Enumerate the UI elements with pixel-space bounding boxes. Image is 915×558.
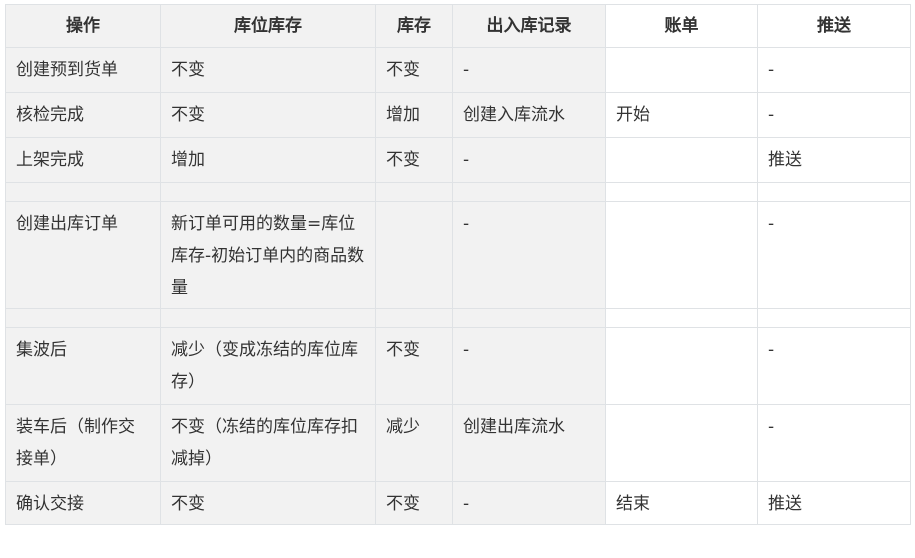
table-cell: - [452, 137, 606, 183]
table-cell [375, 201, 453, 309]
table-cell [160, 182, 376, 202]
table-cell [605, 137, 758, 183]
table-cell: - [757, 404, 911, 482]
table-cell: - [452, 47, 606, 93]
table-cell: 集波后 [5, 327, 161, 405]
table-cell: 不变 [160, 47, 376, 93]
table-row: 创建出库订单 新订单可用的数量=库位库存-初始订单内的商品数量 - - [5, 201, 911, 309]
header-stock: 库存 [375, 4, 453, 48]
table-row: 确认交接 不变 不变 - 结束 推送 [5, 481, 911, 525]
table-row: 装车后（制作交接单） 不变（冻结的库位库存扣减掉） 减少 创建出库流水 - [5, 404, 911, 482]
table-cell [375, 182, 453, 202]
table-cell [605, 182, 758, 202]
table-cell [5, 182, 161, 202]
table-cell: 不变 [160, 481, 376, 525]
table-cell: 创建预到货单 [5, 47, 161, 93]
table-cell: 创建出库流水 [452, 404, 606, 482]
table-cell: 推送 [757, 137, 911, 183]
table-cell [605, 327, 758, 405]
table-cell: 不变 [375, 327, 453, 405]
header-operation: 操作 [5, 4, 161, 48]
table-cell: 不变 [375, 137, 453, 183]
table-cell: 不变 [160, 92, 376, 138]
table-cell [605, 47, 758, 93]
table-cell: - [757, 92, 911, 138]
table-cell: 增加 [160, 137, 376, 183]
table-cell [605, 201, 758, 309]
table-cell: - [757, 327, 911, 405]
table-row: 集波后 减少（变成冻结的库位库存） 不变 - - [5, 327, 911, 405]
table-cell [452, 182, 606, 202]
table-row: 核检完成 不变 增加 创建入库流水 开始 - [5, 92, 911, 138]
table-cell: - [757, 47, 911, 93]
table-row: 上架完成 增加 不变 - 推送 [5, 137, 911, 183]
header-inout-records: 出入库记录 [452, 4, 606, 48]
table-cell: 结束 [605, 481, 758, 525]
table-cell: - [452, 481, 606, 525]
table-cell [757, 182, 911, 202]
inventory-operations-table: 操作 库位库存 库存 出入库记录 账单 推送 创建预到货单 不变 不变 - - … [5, 4, 911, 525]
table-cell: 上架完成 [5, 137, 161, 183]
header-location-stock: 库位库存 [160, 4, 376, 48]
table-cell: 不变（冻结的库位库存扣减掉） [160, 404, 376, 482]
table-cell: 减少（变成冻结的库位库存） [160, 327, 376, 405]
table-cell: 新订单可用的数量=库位库存-初始订单内的商品数量 [160, 201, 376, 309]
table-cell: - [452, 201, 606, 309]
table-cell [757, 308, 911, 328]
table-cell: 增加 [375, 92, 453, 138]
table-cell: 不变 [375, 481, 453, 525]
table-cell [375, 308, 453, 328]
table-cell [605, 308, 758, 328]
table-cell [5, 308, 161, 328]
table-cell [452, 308, 606, 328]
table-cell [605, 404, 758, 482]
table-cell: 减少 [375, 404, 453, 482]
table-cell: - [757, 201, 911, 309]
table-cell [160, 308, 376, 328]
table-cell: 确认交接 [5, 481, 161, 525]
table-cell: 推送 [757, 481, 911, 525]
table-cell: 创建入库流水 [452, 92, 606, 138]
table-row-empty [5, 308, 911, 328]
table-cell: 创建出库订单 [5, 201, 161, 309]
table-header-row: 操作 库位库存 库存 出入库记录 账单 推送 [5, 4, 911, 48]
table-cell: 核检完成 [5, 92, 161, 138]
table-cell: - [452, 327, 606, 405]
table-row-empty [5, 182, 911, 202]
header-bill: 账单 [605, 4, 758, 48]
table-row: 创建预到货单 不变 不变 - - [5, 47, 911, 93]
table-cell: 开始 [605, 92, 758, 138]
table-cell: 装车后（制作交接单） [5, 404, 161, 482]
table-cell: 不变 [375, 47, 453, 93]
header-push: 推送 [757, 4, 911, 48]
